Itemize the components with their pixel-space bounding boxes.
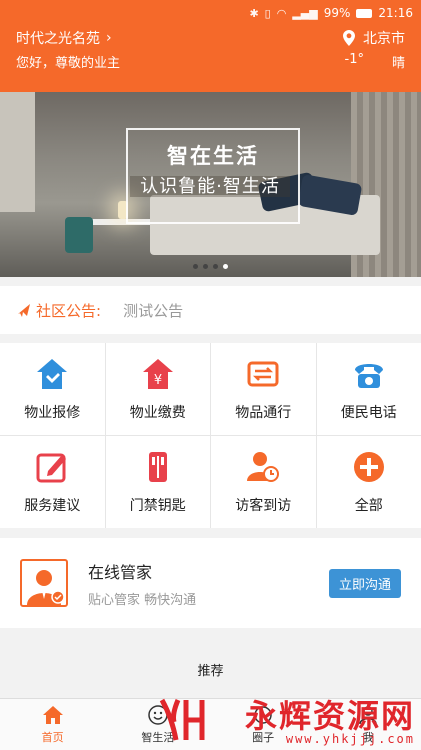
service-label: 物业缴费 [129,405,186,421]
service-label: 物业报修 [24,405,81,421]
service-label: 服务建议 [24,498,81,514]
banner-subtitle: 认识鲁能·智生活 [90,172,330,198]
community-name: 时代之光名苑 [16,31,100,47]
service-label: 访客到访 [235,498,292,514]
community-notice[interactable]: 社区公告: 测试公告 [0,286,421,334]
carousel-dot[interactable] [203,264,208,269]
battery-level: 99% [323,6,351,20]
carousel-dot[interactable] [193,264,198,269]
phone-icon [354,364,383,388]
butler-title: 在线管家 [88,562,153,582]
weather-condition: 晴 [391,55,405,71]
wifi-icon: ◠ [276,6,287,20]
tab-label: 首页 [41,731,64,744]
watermark: 永辉资源网 www.yhkjjj.com [245,700,415,746]
service-label: 物品通行 [235,405,292,421]
status-bar: ✱ ▯ ◠ ▂▄▆ 99% 21:16 [0,0,421,26]
goods-pass-icon [247,361,279,387]
service-property-repair[interactable]: 物业报修 [0,343,105,435]
app-header: ✱ ▯ ◠ ▂▄▆ 99% 21:16 时代之光名苑 › 北京市 您好，尊敬的业… [0,0,421,92]
carousel-dot[interactable] [213,264,218,269]
vibrate-icon: ▯ [264,6,271,20]
banner-window [0,92,35,212]
carousel-dots [0,264,421,269]
house-payment-icon: ¥ [142,359,173,389]
recommend-heading: 推荐 [197,664,224,679]
butler-info: 在线管家 贴心管家 畅快沟通 [88,559,329,608]
butler-avatar-icon [20,559,68,607]
service-goods-pass[interactable]: 物品通行 [211,343,316,435]
greeting-text: 您好，尊敬的业主 [16,55,121,71]
door-key-icon [148,452,167,482]
house-repair-icon [37,359,68,389]
notice-label: 社区公告: [36,301,102,320]
notice-text: 测试公告 [123,301,184,320]
banner-carousel[interactable]: 智在生活 认识鲁能·智生活 [0,92,421,277]
watermark-brand: 永辉资源网 [244,697,415,735]
banner-subtitle-text: 认识鲁能·智生活 [130,176,290,197]
feedback-icon [36,453,67,483]
service-label: 门禁钥匙 [129,498,186,514]
online-butler-card[interactable]: 在线管家 贴心管家 畅快沟通 立即沟通 [0,538,421,628]
watermark-logo-icon [158,696,206,746]
weather-info: -1° 晴 [345,52,405,71]
banner-title: 智在生活 [167,144,259,168]
service-all[interactable]: 全部 [316,436,421,528]
signal-icon: ▂▄▆ [292,6,318,20]
notice-label-group: 社区公告: [16,300,101,321]
temperature: -1° [344,51,364,67]
plus-circle-icon [353,452,384,482]
bluetooth-icon: ✱ [249,6,259,20]
service-visitor[interactable]: 访客到访 [211,436,316,528]
service-label: 全部 [354,498,383,514]
service-property-payment[interactable]: ¥ 物业缴费 [105,343,210,435]
city-selector[interactable]: 北京市 [343,28,405,48]
location-pin-icon [343,30,355,46]
home-icon [42,706,63,724]
visitor-icon [247,452,280,482]
service-label: 便民电话 [340,405,397,421]
tab-home[interactable]: 首页 [0,699,105,750]
battery-icon [356,8,373,18]
service-door-key[interactable]: 门禁钥匙 [105,436,210,528]
service-phone[interactable]: 便民电话 [316,343,421,435]
chevron-right-icon: › [106,30,112,46]
carousel-dot-active[interactable] [223,264,228,269]
megaphone-icon [18,304,30,317]
service-grid: 物业报修 ¥ 物业缴费 物品通行 便民电话 服务建议 门禁钥匙 访客到访 全部 [0,343,421,528]
clock: 21:16 [378,6,413,20]
service-feedback[interactable]: 服务建议 [0,436,105,528]
butler-subtitle: 贴心管家 畅快沟通 [88,592,197,608]
svg-text:¥: ¥ [154,373,162,388]
city-name: 北京市 [363,31,405,47]
banner-chair [65,217,93,253]
watermark-url: www.yhkjjj.com [285,732,415,746]
chat-now-button[interactable]: 立即沟通 [328,568,401,598]
community-selector[interactable]: 时代之光名苑 › [16,28,112,48]
